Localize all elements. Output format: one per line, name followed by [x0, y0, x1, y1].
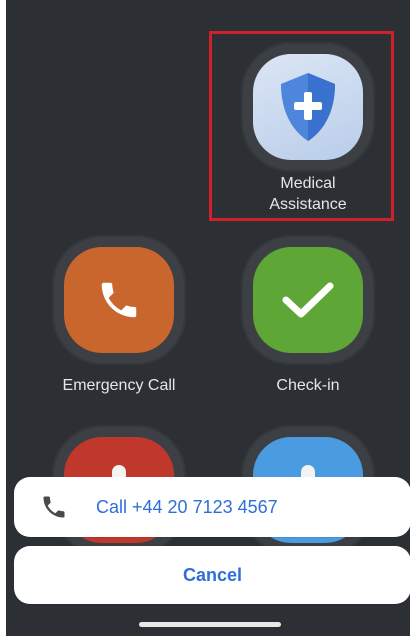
emergency-call-button[interactable]	[64, 247, 174, 353]
medical-label-line1: Medical	[280, 175, 336, 192]
check-in-tile[interactable]	[241, 235, 375, 365]
call-number-label: Call +44 20 7123 4567	[96, 496, 278, 517]
medical-label-line2: Assistance	[269, 196, 347, 213]
shield-plus-icon	[281, 73, 335, 141]
check-in-label: Check-in	[276, 377, 340, 394]
medical-assistance-button[interactable]	[253, 54, 363, 160]
checkmark-icon	[282, 282, 334, 318]
home-indicator	[139, 622, 281, 627]
cancel-button[interactable]: Cancel	[14, 546, 411, 604]
emergency-call-tile[interactable]	[52, 235, 186, 365]
emergency-call-label: Emergency Call	[62, 377, 176, 394]
medical-assistance-tile[interactable]	[241, 42, 375, 172]
check-in-button[interactable]	[253, 247, 363, 353]
call-number-button[interactable]: Call +44 20 7123 4567	[14, 477, 411, 537]
medical-assistance-label: Medical Assistance	[218, 173, 398, 215]
phone-icon	[43, 496, 65, 518]
phone-icon	[101, 282, 137, 318]
cancel-label: Cancel	[182, 564, 243, 585]
app-screen: Medical Assistance Emergency Call Check-…	[6, 0, 410, 636]
